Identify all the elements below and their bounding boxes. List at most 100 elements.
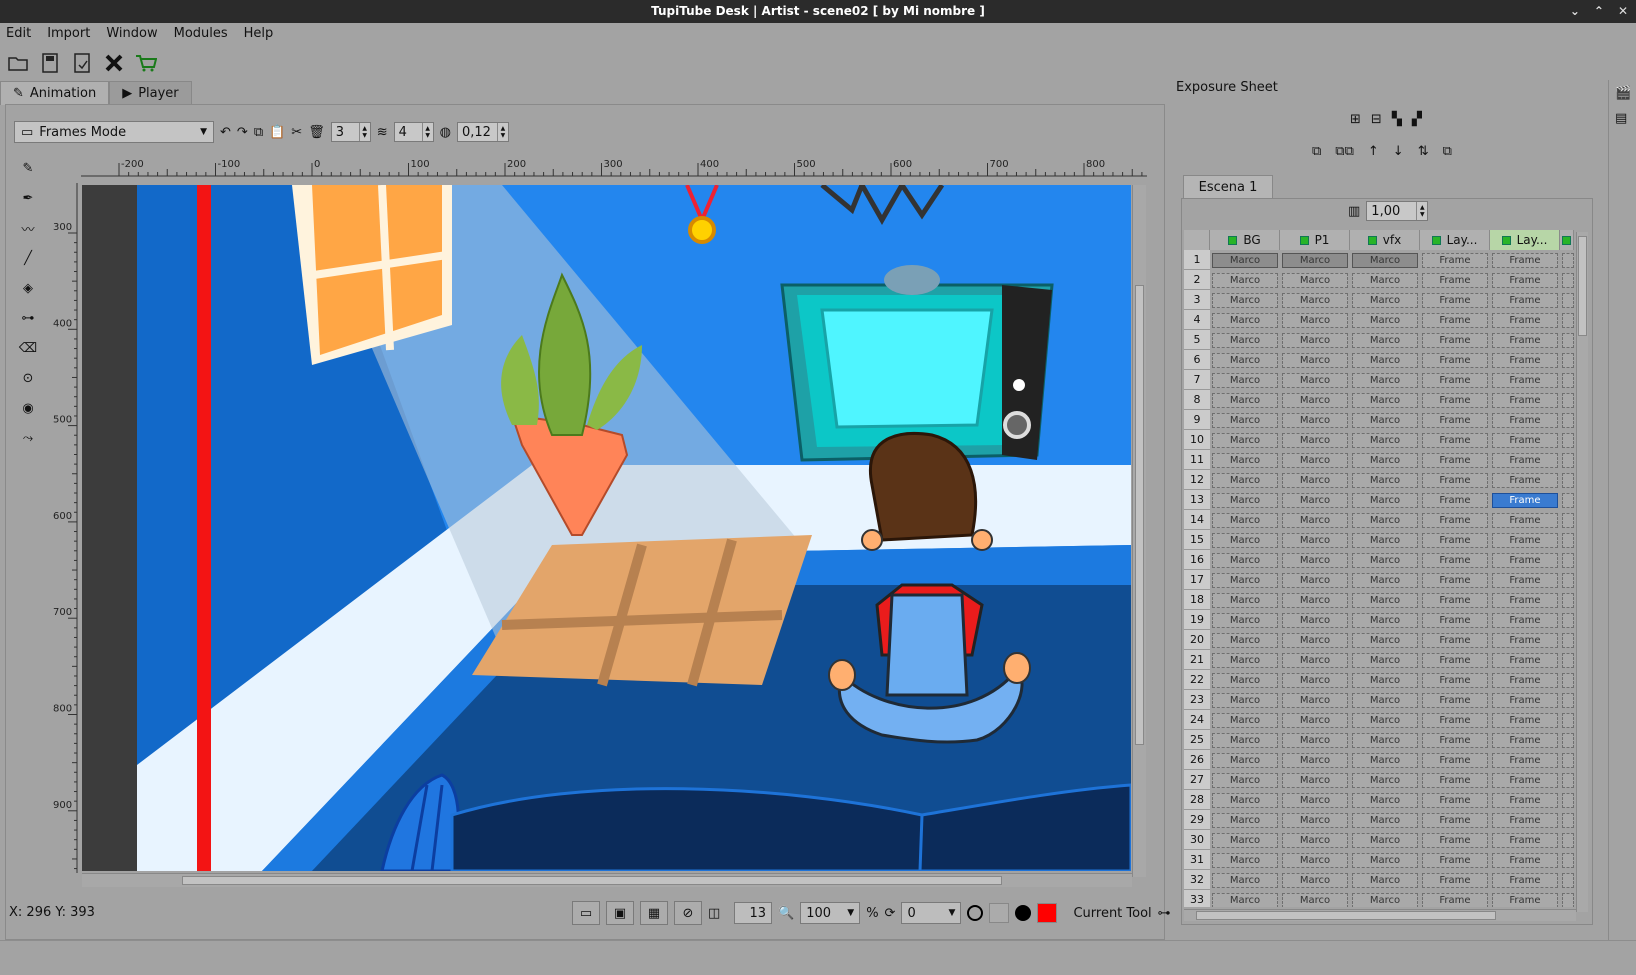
frame-cell-partial[interactable] <box>1562 412 1574 428</box>
scrollbar-thumb[interactable] <box>1135 285 1144 745</box>
frame-cell[interactable]: Marco <box>1352 672 1418 688</box>
stroke-color-swatch[interactable] <box>989 903 1010 923</box>
frame-cell[interactable]: Frame <box>1492 792 1558 808</box>
frame-cell[interactable]: Frame <box>1492 852 1558 868</box>
frame-cell[interactable]: Marco <box>1212 612 1278 628</box>
frame-cell[interactable]: Frame <box>1422 872 1488 888</box>
ink-icon[interactable]: ✒ <box>16 186 40 210</box>
frame-cell[interactable]: Frame <box>1422 712 1488 728</box>
frame-cell[interactable]: Marco <box>1212 812 1278 828</box>
frame-cell[interactable]: Marco <box>1352 712 1418 728</box>
frame-cell-partial[interactable] <box>1562 852 1574 868</box>
frame-cell[interactable]: Frame <box>1492 532 1558 548</box>
frame-cell-partial[interactable] <box>1562 272 1574 288</box>
frame-cell[interactable]: Marco <box>1352 852 1418 868</box>
frame-cell[interactable]: Frame <box>1492 592 1558 608</box>
frame-cell[interactable]: Marco <box>1282 492 1348 508</box>
frame-cell[interactable]: Frame <box>1422 372 1488 388</box>
frame-cell[interactable]: Marco <box>1282 352 1348 368</box>
frame-cell[interactable]: Marco <box>1212 792 1278 808</box>
spin-arrows-icon[interactable]: ▲ ▼ <box>358 123 370 141</box>
frame-cell[interactable]: Frame <box>1422 312 1488 328</box>
frame-cell[interactable]: Marco <box>1352 532 1418 548</box>
frame-number-field[interactable]: 13 <box>734 902 772 924</box>
move-up-icon[interactable]: ↑ <box>1368 144 1379 159</box>
frame-cell-partial[interactable] <box>1562 312 1574 328</box>
frame-cell[interactable]: Marco <box>1212 832 1278 848</box>
frame-cell[interactable]: Marco <box>1282 572 1348 588</box>
frame-cell[interactable]: Marco <box>1282 312 1348 328</box>
frame-cell[interactable]: Marco <box>1352 872 1418 888</box>
frame-cell[interactable]: Frame <box>1492 372 1558 388</box>
frame-cell-partial[interactable] <box>1562 472 1574 488</box>
library-icon[interactable]: ▤ <box>1615 111 1636 126</box>
insert-frame-icon[interactable]: ⧉ <box>1312 144 1321 159</box>
frame-cell[interactable]: Frame <box>1422 572 1488 588</box>
spin-arrows-icon[interactable]: ▲ ▼ <box>496 123 508 141</box>
frame-cell[interactable]: Frame <box>1422 332 1488 348</box>
frame-cell[interactable]: Marco <box>1352 352 1418 368</box>
cut-icon[interactable]: ✂ <box>291 125 302 140</box>
frame-cell[interactable]: Frame <box>1492 712 1558 728</box>
frame-cell-partial[interactable] <box>1562 692 1574 708</box>
frame-cell-partial[interactable] <box>1562 872 1574 888</box>
frame-cell[interactable]: Marco <box>1352 552 1418 568</box>
layer-header-partial[interactable] <box>1560 230 1574 250</box>
camera-icon[interactable]: ◉ <box>16 396 40 420</box>
frame-cell[interactable]: Frame <box>1492 552 1558 568</box>
zoom-dropdown[interactable]: 100 ▼ <box>800 902 861 924</box>
frame-cell-partial[interactable] <box>1562 592 1574 608</box>
frame-cell[interactable]: Marco <box>1212 652 1278 668</box>
scrollbar-thumb[interactable] <box>1196 911 1496 920</box>
frame-cell[interactable]: Marco <box>1282 612 1348 628</box>
layer-header[interactable]: Lay... <box>1490 230 1560 250</box>
frame-cell[interactable]: Frame <box>1422 272 1488 288</box>
menu-modules[interactable]: Modules <box>174 26 228 41</box>
frame-cell[interactable]: Marco <box>1352 312 1418 328</box>
frame-cell[interactable]: Marco <box>1282 392 1348 408</box>
menu-import[interactable]: Import <box>47 26 90 41</box>
frame-cell-partial[interactable] <box>1562 432 1574 448</box>
frame-cell[interactable]: Frame <box>1492 252 1558 268</box>
frame-cell[interactable]: Marco <box>1352 512 1418 528</box>
frame-cell-partial[interactable] <box>1562 552 1574 568</box>
fill-color-swatch[interactable] <box>1037 903 1058 923</box>
frame-cell[interactable]: Frame <box>1422 252 1488 268</box>
layer-header[interactable]: Lay... <box>1420 230 1490 250</box>
selection-icon[interactable]: ⊙ <box>16 366 40 390</box>
spin-arrows-icon[interactable]: ▲ ▼ <box>421 123 433 141</box>
frame-cell[interactable]: Frame <box>1422 672 1488 688</box>
frame-cell[interactable]: Marco <box>1282 592 1348 608</box>
frame-cell-partial[interactable] <box>1562 492 1574 508</box>
frame-cell[interactable]: Marco <box>1352 332 1418 348</box>
frame-cell[interactable]: Frame <box>1422 492 1488 508</box>
frame-cell[interactable]: Marco <box>1352 792 1418 808</box>
frame-cell-partial[interactable] <box>1562 612 1574 628</box>
frame-cell[interactable]: Frame <box>1492 432 1558 448</box>
scrollbar-thumb[interactable] <box>182 876 1002 885</box>
fill-icon[interactable]: ◈ <box>16 276 40 300</box>
frame-cell[interactable]: Frame <box>1492 512 1558 528</box>
frame-cell[interactable]: Marco <box>1282 412 1348 428</box>
frame-cell[interactable]: Marco <box>1352 492 1418 508</box>
frame-cell[interactable]: Frame <box>1422 732 1488 748</box>
frame-cell[interactable]: Marco <box>1282 292 1348 308</box>
frame-cell[interactable]: Marco <box>1282 512 1348 528</box>
layer-header[interactable]: P1 <box>1280 230 1350 250</box>
frame-cell[interactable]: Marco <box>1282 832 1348 848</box>
frame-cell[interactable]: Marco <box>1212 712 1278 728</box>
frame-cell[interactable]: Marco <box>1352 752 1418 768</box>
frame-cell[interactable]: Frame <box>1422 852 1488 868</box>
frame-cell[interactable]: Marco <box>1352 892 1418 907</box>
frame-cell[interactable]: Marco <box>1282 252 1348 268</box>
frame-cell[interactable]: Marco <box>1282 852 1348 868</box>
frame-cell[interactable]: Frame <box>1422 432 1488 448</box>
mode-dropdown[interactable]: ▭ Frames Mode ▼ <box>14 121 214 143</box>
frame-cell[interactable]: Frame <box>1492 752 1558 768</box>
frame-cell-partial[interactable] <box>1562 452 1574 468</box>
frame-cell[interactable]: Frame <box>1422 352 1488 368</box>
layer-visible-icon[interactable] <box>1562 235 1571 245</box>
layer-visible-icon[interactable] <box>1367 235 1377 245</box>
tab-animation[interactable]: ✎ Animation <box>0 81 110 105</box>
frame-cell-partial[interactable] <box>1562 832 1574 848</box>
